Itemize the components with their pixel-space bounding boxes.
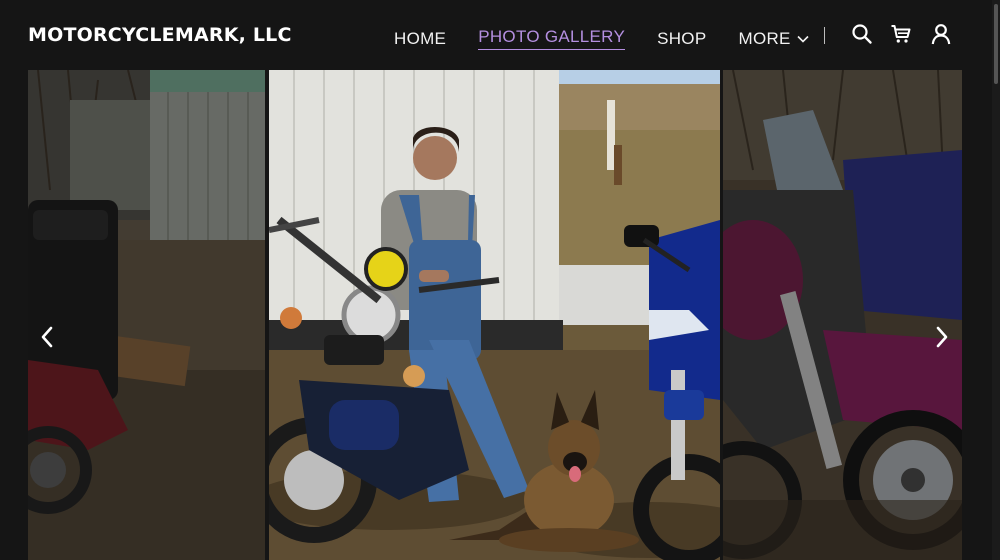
cart-icon[interactable] (890, 23, 912, 45)
nav-more[interactable]: MORE (738, 28, 809, 49)
nav-shop[interactable]: SHOP (657, 29, 706, 49)
search-icon[interactable] (851, 23, 873, 45)
gallery-image-previous[interactable] (28, 70, 265, 560)
nav-photo-gallery[interactable]: PHOTO GALLERY (478, 27, 626, 50)
main-nav: HOME PHOTO GALLERY SHOP MORE (394, 27, 809, 50)
nav-divider (824, 27, 825, 44)
account-icon[interactable] (930, 23, 952, 45)
chevron-down-icon (797, 35, 809, 43)
nav-more-label: MORE (738, 28, 791, 48)
man-motorcycle-dog-photo (269, 70, 720, 560)
site-header: MOTORCYCLEMARK, LLC HOME PHOTO GALLERY S… (0, 0, 1000, 70)
page-scrollbar[interactable] (992, 0, 1000, 560)
chevron-left-icon[interactable] (34, 322, 60, 352)
chevron-right-icon[interactable] (929, 322, 955, 352)
scrollbar-thumb[interactable] (994, 4, 998, 84)
gallery-image-current[interactable] (269, 70, 720, 560)
parked-motorcycles-photo (723, 70, 962, 560)
shed-motorcycle-photo (28, 70, 265, 560)
nav-home[interactable]: HOME (394, 29, 446, 49)
photo-gallery-carousel (28, 70, 962, 560)
gallery-image-next[interactable] (723, 70, 962, 560)
site-logo[interactable]: MOTORCYCLEMARK, LLC (28, 24, 292, 46)
